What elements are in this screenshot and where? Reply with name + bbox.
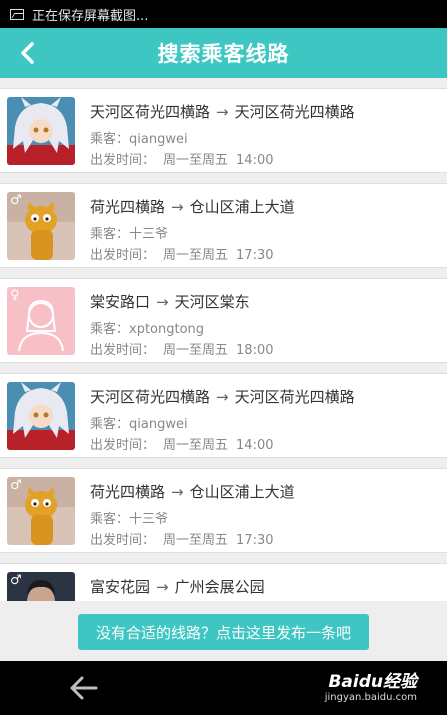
route-card[interactable]: ♂ 荷光四横路 → 仓山区浦上大道 乘客：十三爷 出发时间： 周一至周五 17:30 [0,468,447,553]
passenger-label: 乘客： [90,322,130,337]
route-from: 荷光四横路 [90,483,166,501]
male-icon: ♂ [10,193,22,208]
departure-days: 周一至周五 [163,438,229,453]
passenger-name: qiangwei [129,417,188,432]
route-card[interactable]: ♂ 荷光四横路 → 仓山区浦上大道 乘客：十三爷 出发时间： 周一至周五 17:30 [0,183,447,268]
departure-time: 14:00 [236,153,274,168]
screenshot-icon [10,8,24,20]
avatar [7,382,75,450]
departure-info: 出发时间： 周一至周五 17:30 [90,244,274,263]
route-to: 天河区荷光四横路 [234,388,355,406]
watermark-url: jingyan.baidu.com [324,692,417,703]
departure-time: 17:30 [236,248,274,263]
departure-info: 出发时间： 周一至周五 14:00 [90,434,274,453]
passenger-info: 乘客：xptongtong [90,318,204,337]
passenger-name: qiangwei [129,132,188,147]
departure-info: 出发时间： 周一至周五 17:30 [90,529,274,548]
departure-time: 18:00 [236,343,274,358]
passenger-label: 乘客： [90,417,130,432]
departure-days: 周一至周五 [163,248,229,263]
arrow-right-icon: → [156,578,169,596]
male-icon: ♂ [10,573,22,588]
route-from: 天河区荷光四横路 [90,103,211,121]
route-to: 天河区荷光四横路 [234,103,355,121]
departure-label: 出发时间： [90,153,156,168]
route-from: 棠安路口 [90,293,151,311]
route-text: 荷光四横路 → 仓山区浦上大道 [90,481,295,502]
navigation-bar: Baidu经验 jingyan.baidu.com [0,661,447,715]
nav-back-button[interactable] [68,674,100,702]
departure-info: 出发时间： 周一至周五 14:00 [90,149,274,168]
departure-label: 出发时间： [90,248,156,263]
page-title: 搜索乘客线路 [157,42,290,66]
departure-days: 周一至周五 [163,343,229,358]
route-from: 天河区荷光四横路 [90,388,211,406]
departure-info: 出发时间： 周一至周五 18:00 [90,339,274,358]
arrow-right-icon: → [216,103,229,121]
route-to: 天河区棠东 [174,293,250,311]
avatar [7,97,75,165]
status-text: 正在保存屏幕截图... [32,8,149,24]
passenger-info: 乘客：十三爷 [90,508,168,527]
passenger-name: 十三爷 [129,227,169,242]
passenger-label: 乘客： [90,512,130,527]
route-text: 天河区荷光四横路 → 天河区荷光四横路 [90,101,355,122]
route-text: 富安花园 → 广州会展公园 [90,576,265,597]
departure-time: 17:30 [236,533,274,548]
arrow-right-icon: → [216,388,229,406]
departure-label: 出发时间： [90,533,156,548]
chevron-left-icon [21,42,34,64]
route-card[interactable]: 天河区荷光四横路 → 天河区荷光四横路 乘客：qiangwei 出发时间： 周一至周五… [0,373,447,458]
route-card[interactable]: ♀ 棠安路口 → 天河区棠东 乘客：xptongtong 出发时间： 周一至周五 18:… [0,278,447,363]
arrow-left-icon [70,676,98,700]
passenger-info: 乘客：十三爷 [90,223,168,242]
watermark-logo: Baidu经验 [328,672,417,692]
departure-label: 出发时间： [90,438,156,453]
departure-time: 14:00 [236,438,274,453]
route-card[interactable]: ♂ 富安花园 → 广州会展公园 [0,563,447,601]
status-bar: 正在保存屏幕截图... [0,0,447,28]
route-text: 天河区荷光四横路 → 天河区荷光四横路 [90,386,355,407]
passenger-name: xptongtong [129,322,205,337]
passenger-info: 乘客：qiangwei [90,413,188,432]
route-to: 仓山区浦上大道 [189,483,295,501]
route-from: 荷光四横路 [90,198,166,216]
passenger-label: 乘客： [90,227,130,242]
arrow-right-icon: → [156,293,169,311]
back-button[interactable] [12,38,42,68]
departure-days: 周一至周五 [163,153,229,168]
publish-route-button[interactable]: 没有合适的线路？点击这里发布一条吧 [78,614,369,650]
passenger-label: 乘客： [90,132,130,147]
route-text: 棠安路口 → 天河区棠东 [90,291,250,312]
departure-days: 周一至周五 [163,533,229,548]
route-list[interactable]: 天河区荷光四横路 → 天河区荷光四横路 乘客：qiangwei 出发时间： 周一至周五… [0,88,447,601]
arrow-right-icon: → [171,198,184,216]
female-icon: ♀ [10,288,20,303]
route-to: 广州会展公园 [174,578,265,596]
route-to: 仓山区浦上大道 [189,198,295,216]
passenger-name: 十三爷 [129,512,169,527]
arrow-right-icon: → [171,483,184,501]
header-bar: 搜索乘客线路 [0,28,447,78]
male-icon: ♂ [10,478,22,493]
route-card[interactable]: 天河区荷光四横路 → 天河区荷光四横路 乘客：qiangwei 出发时间： 周一至周五… [0,88,447,173]
route-from: 富安花园 [90,578,151,596]
route-text: 荷光四横路 → 仓山区浦上大道 [90,196,295,217]
departure-label: 出发时间： [90,343,156,358]
passenger-info: 乘客：qiangwei [90,128,188,147]
